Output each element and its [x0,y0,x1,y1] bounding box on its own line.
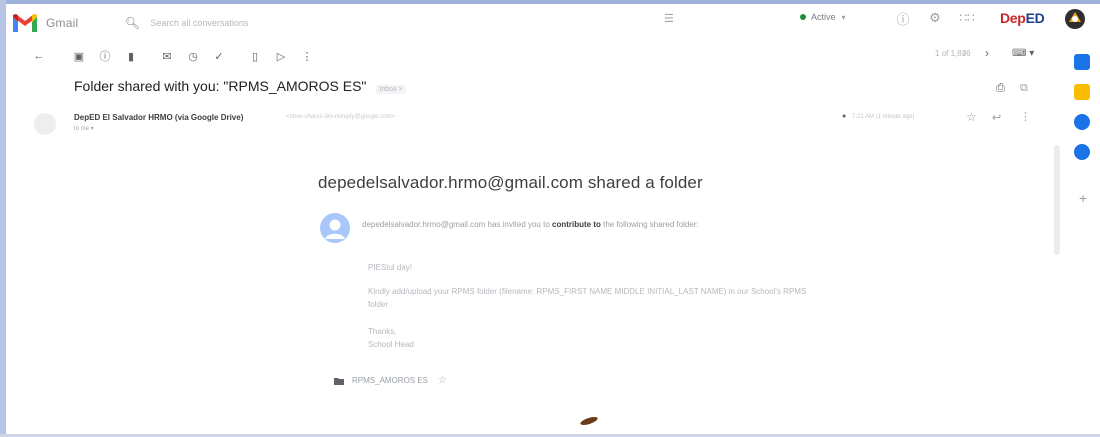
calendar-icon[interactable] [1074,54,1090,70]
deped-logo: DepED [1000,10,1045,26]
shared-folder-link[interactable]: RPMS_AMOROS ES ☆ [334,375,447,386]
archive-icon[interactable]: ▣ [68,45,90,67]
deped-logo-right: ED [1025,10,1045,26]
chevron-left-icon[interactable]: ‹ [962,46,966,60]
status-selector[interactable]: Active ▾ [800,12,846,22]
recipient-details[interactable]: to me ▾ [74,125,94,132]
star-icon[interactable]: ☆ [966,110,977,124]
folder-star-icon[interactable]: ☆ [438,375,447,386]
print-icon[interactable]: ⎙ [996,82,1005,95]
move-to-icon[interactable]: ▯ [244,45,266,67]
input-tools-keyboard-icon[interactable]: ⌨ ▾ [1012,48,1034,59]
label-icon[interactable]: ▷ [270,45,292,67]
invite-text: depedelsalvador.hrmo@gmail.com has invit… [362,218,792,231]
sharer-avatar [320,213,350,243]
help-icon[interactable]: ⓘ [894,9,912,27]
reply-icon[interactable]: ↩ [992,111,1001,124]
report-spam-icon[interactable]: ⓘ [94,45,116,67]
account-avatar[interactable] [1064,8,1086,30]
message-greeting: PIEStul day! [368,263,413,272]
search-options-icon[interactable]: ☰ [664,12,674,25]
sender-avatar [34,113,56,135]
subject-text: Folder shared with you: "RPMS_AMOROS ES" [74,78,367,94]
contacts-icon[interactable] [1074,144,1090,160]
apps-grid-icon[interactable]: ∷∷ [958,9,976,27]
delete-icon[interactable]: ▮ [120,45,142,67]
folder-name[interactable]: RPMS_AMOROS ES [352,376,428,385]
add-to-tasks-icon[interactable]: ✓ [208,45,230,67]
tasks-icon[interactable] [1074,114,1090,130]
invite-prefix: depedelsalvador.hrmo@gmail.com has invit… [362,220,552,229]
keep-icon[interactable] [1074,84,1090,100]
gmail-logo[interactable]: Gmail [12,13,78,33]
search-bar[interactable]: 🔍︎ Search all conversations [124,10,664,36]
search-input[interactable]: Search all conversations [150,18,248,28]
invite-permission: contribute to [552,220,601,229]
email-subject: Folder shared with you: "RPMS_AMOROS ES"… [74,78,406,94]
message-toolbar: ← ▣ ⓘ ▮ ✉ ◷ ✓ ▯ ▷ ⋮ [6,42,1056,70]
app-name: Gmail [46,16,79,30]
share-headline: depedelsalvador.hrmo@gmail.com shared a … [318,173,703,192]
add-addon-plus-icon[interactable]: + [1079,190,1087,206]
scrollbar[interactable] [1054,145,1060,255]
smudge-mark [579,415,599,427]
sender-name[interactable]: DepED El Salvador HRMO (via Google Drive… [74,113,243,122]
sender-email: <drive-shares-dm-noreply@google.com> [286,114,396,120]
chevron-down-icon: ▾ [841,12,846,22]
chevron-right-icon[interactable]: › [985,46,989,60]
settings-gear-icon[interactable]: ⚙ [926,9,944,27]
message-instruction: Kindly add/upload your RPMS folder (file… [368,287,807,309]
back-arrow-icon[interactable]: ← [28,45,50,67]
message-signature: School Head [368,340,414,349]
more-vert-icon[interactable]: ⋮ [1020,110,1031,123]
email-timestamp: 7:21 AM (1 minute ago) [852,114,915,120]
more-options-icon[interactable]: ⋮ [296,45,318,67]
deped-logo-left: Dep [1000,10,1026,26]
invite-suffix: the following shared folder: [600,220,699,229]
snooze-icon[interactable]: ◷ [182,45,204,67]
attachment-indicator-icon: ● [842,113,847,120]
gmail-m-icon [12,13,38,33]
side-panel [1066,42,1100,434]
status-label: Active [811,12,836,22]
folder-icon [334,377,344,385]
message-thanks: Thanks, [368,327,397,336]
inbox-label-chip[interactable]: Inbox × [376,85,406,94]
mark-unread-icon[interactable]: ✉ [156,45,178,67]
open-new-window-icon[interactable]: ⧉ [1020,82,1028,95]
search-icon[interactable]: 🔍︎ [124,15,140,31]
status-dot-icon [800,14,806,20]
